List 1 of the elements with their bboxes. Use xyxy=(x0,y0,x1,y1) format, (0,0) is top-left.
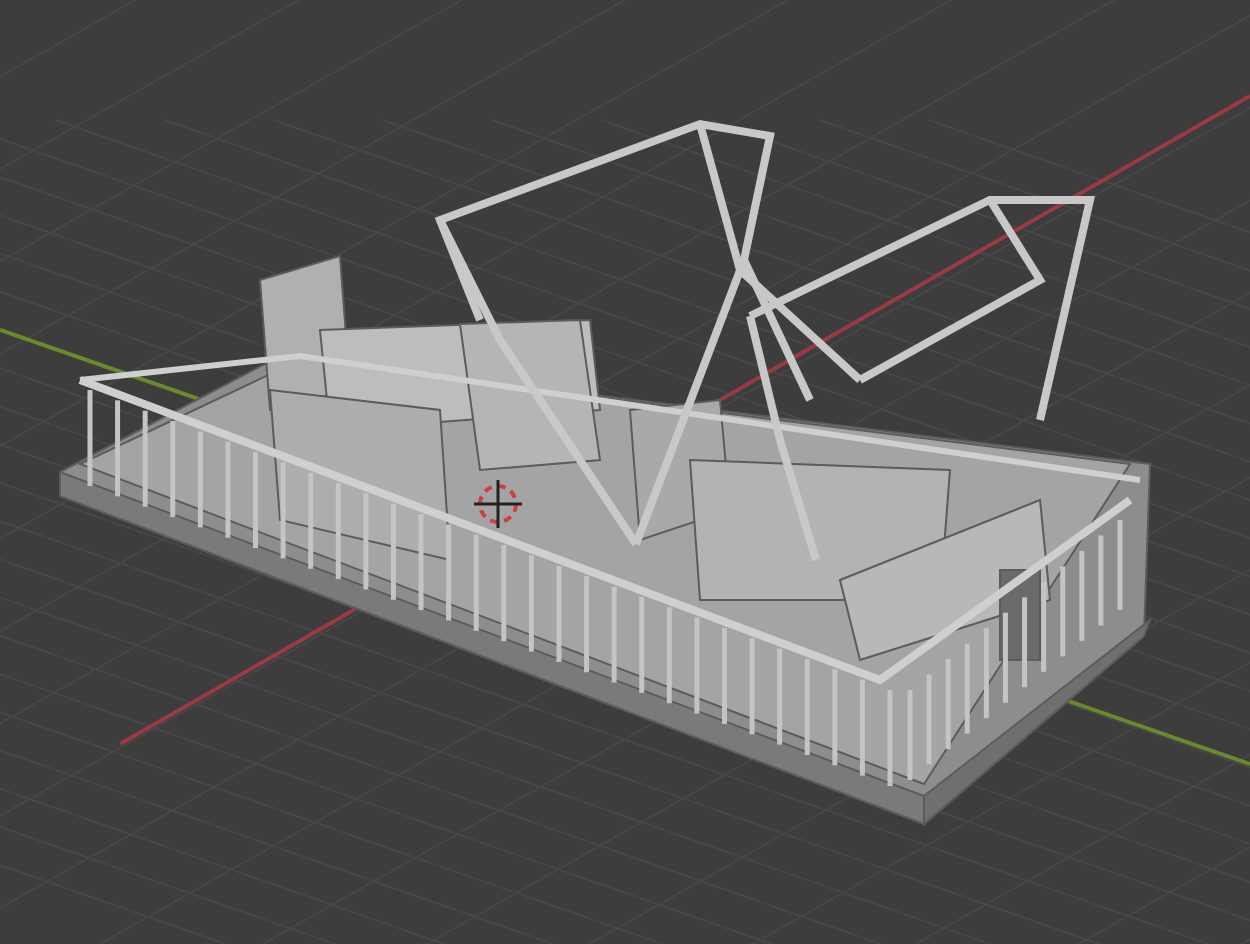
3d-cursor-icon xyxy=(474,480,522,528)
